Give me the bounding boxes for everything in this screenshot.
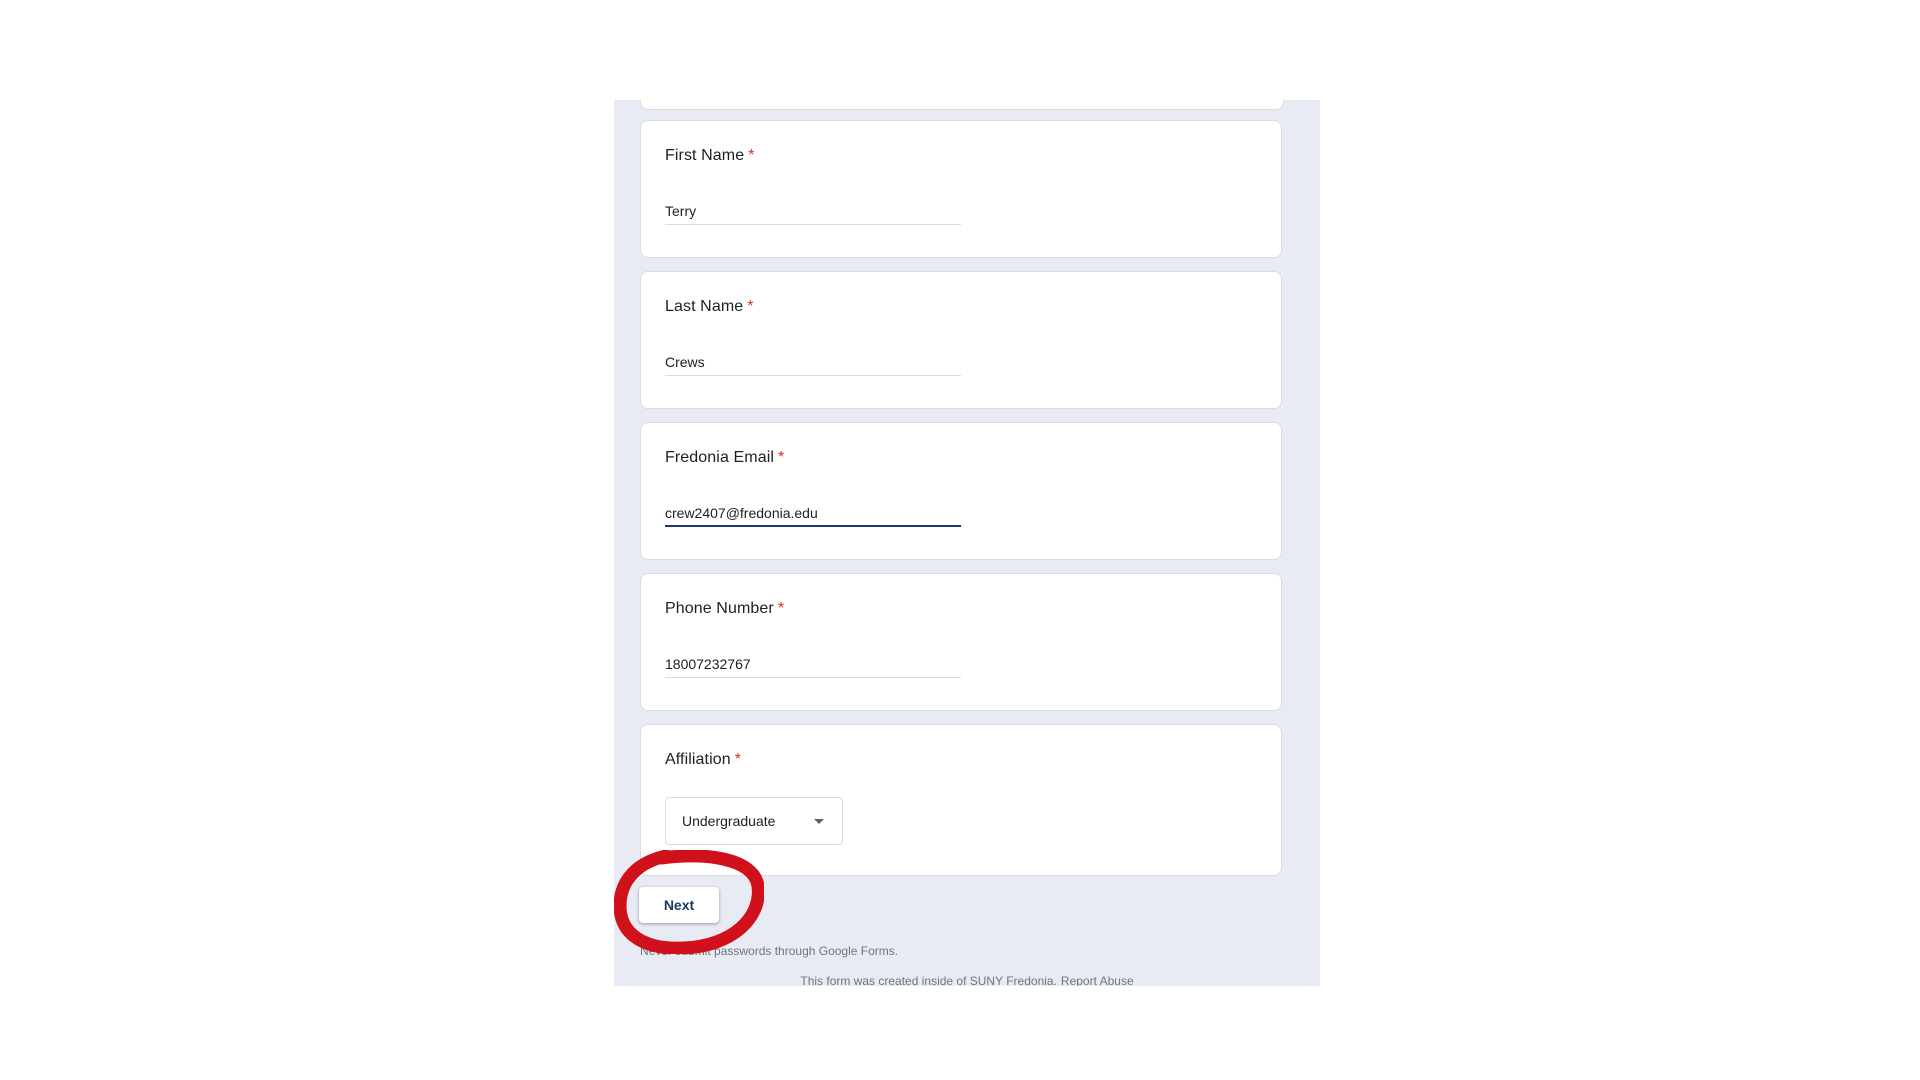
question-title-text: Last Name <box>665 298 744 315</box>
required-asterisk: * <box>777 600 785 617</box>
affiliation-dropdown[interactable]: Undergraduate <box>665 797 843 845</box>
required-asterisk: * <box>748 147 755 164</box>
question-title: First Name * <box>665 147 755 165</box>
dropdown-arrow-icon <box>814 819 824 824</box>
last-name-input[interactable]: Crews <box>665 352 961 376</box>
required-asterisk: * <box>747 298 754 315</box>
required-asterisk: * <box>778 449 785 466</box>
question-title-text: Fredonia Email <box>665 449 775 466</box>
first-name-input[interactable]: Terry <box>665 201 961 225</box>
question-card-email: Fredonia Email * crew2407@fredonia.edu <box>640 422 1282 560</box>
question-title: Affiliation * <box>665 751 741 769</box>
question-title-text: Affiliation <box>665 751 731 768</box>
question-title: Phone Number * <box>665 600 784 618</box>
phone-input[interactable]: 18007232767 <box>665 654 961 678</box>
dropdown-selected-value: Undergraduate <box>682 813 776 829</box>
password-warning: Never submit passwords through Google Fo… <box>640 944 899 958</box>
question-card-phone: Phone Number * 18007232767 <box>640 573 1282 711</box>
email-input[interactable]: crew2407@fredonia.edu <box>665 503 961 527</box>
question-card-last-name: Last Name * Crews <box>640 271 1282 409</box>
viewport: First Name * Terry Last Name * Crews Fredo… <box>0 0 1920 1080</box>
question-title: Fredonia Email * <box>665 449 784 467</box>
form-background: First Name * Terry Last Name * Crews Fredo… <box>614 100 1320 986</box>
previous-card-edge <box>640 100 1284 110</box>
question-title-text: First Name <box>665 147 745 164</box>
next-button[interactable]: Next <box>639 887 719 923</box>
created-by-text: This form was created inside of SUNY Fre… <box>800 974 1057 986</box>
question-title-text: Phone Number <box>665 600 774 617</box>
report-abuse-link[interactable]: Report Abuse <box>1061 974 1134 986</box>
question-card-affiliation: Affiliation * Undergraduate <box>640 724 1282 876</box>
required-asterisk: * <box>734 751 742 768</box>
question-title: Last Name * <box>665 298 754 316</box>
form-footer: This form was created inside of SUNY Fre… <box>614 974 1320 986</box>
question-card-first-name: First Name * Terry <box>640 120 1282 258</box>
